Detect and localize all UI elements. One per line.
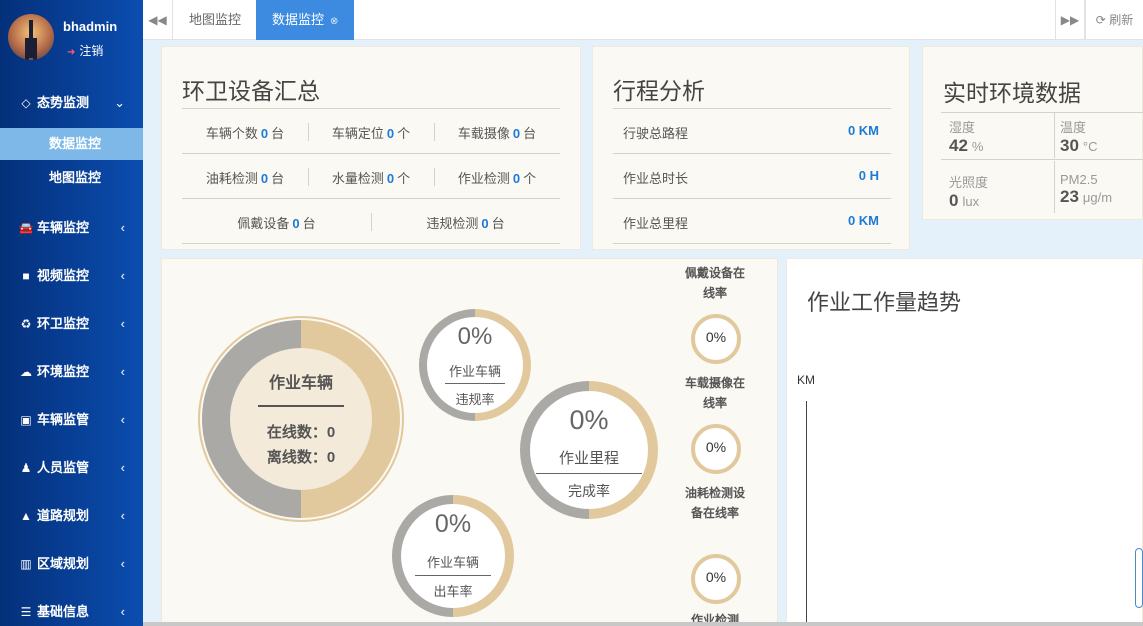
trip-distance-label: 行驶总路程 <box>623 126 689 141</box>
sidebar-item-vehicle-supervision[interactable]: ▣ 车辆监管 ‹ <box>0 399 143 441</box>
env-humidity: 湿度 42% <box>949 120 984 155</box>
car-icon: 🚘 <box>18 221 34 235</box>
refresh-button[interactable]: ⟳ 刷新 <box>1085 0 1143 40</box>
sidebar-item-environment-monitor[interactable]: ☁ 环境监控 ‹ <box>0 351 143 393</box>
diamond-icon: ◇ <box>21 96 31 110</box>
map-icon: ▥ <box>20 557 32 571</box>
tab-scroll-right-button[interactable]: ▶▶ <box>1055 0 1085 40</box>
tab-data-monitor[interactable]: 数据监控 ⊗ <box>256 0 355 40</box>
sidebar-item-road-planning[interactable]: ▲ 道路规划 ‹ <box>0 495 143 537</box>
chevron-left-icon: ‹ <box>120 604 125 619</box>
dispatch-rate-pct: 0% <box>434 510 472 538</box>
sidebar-item-personnel-supervision[interactable]: ♟ 人员监管 ‹ <box>0 447 143 489</box>
violation-rate-label-top: 作业车辆 <box>448 364 501 379</box>
camera-online-label: 车载摄像在线率 <box>684 376 745 410</box>
sidebar: bhadmin ➜ 注销 ◇ 态势监测 ⌄ 数据监控 地图监控 🚘 车辆监控 ‹ ■ 视频监… <box>0 0 143 626</box>
sidebar-item-vehicle-monitor[interactable]: 🚘 车辆监控 ‹ <box>0 207 143 249</box>
equip-fuel-detect: 油耗检测 0 台 <box>205 171 285 186</box>
vehicle-stats-panel: 作业车辆 在线数：0 离线数：0 0% 作业车辆 违规率 0% 作业里程 完成率… <box>161 258 778 626</box>
recycle-icon: ♻ <box>20 317 32 331</box>
avatar[interactable] <box>8 14 54 60</box>
env-temperature: 温度 30 °C <box>1060 120 1098 155</box>
sidebar-item-area-planning[interactable]: ▥ 区域规划 ‹ <box>0 543 143 585</box>
wearable-online-label: 佩戴设备在线率 <box>684 266 745 300</box>
equip-vehicle-count: 车辆个数 0 台 <box>205 126 285 141</box>
trip-mileage-label: 作业总里程 <box>623 216 689 231</box>
env-illuminance: 光照度 0 lux <box>949 175 989 210</box>
horizontal-scrollbar[interactable] <box>143 622 1143 626</box>
refresh-icon: ⟳ <box>1095 13 1106 27</box>
violation-rate-label-bottom: 违规率 <box>455 392 495 407</box>
equip-work-detect: 作业检测 0 个 <box>457 171 537 186</box>
y-axis <box>806 401 807 626</box>
tab-bar: ◀◀ 地图监控 数据监控 ⊗ ▶▶ ⟳ 刷新 <box>143 0 1143 40</box>
wearable-online-pct: 0% <box>705 329 727 345</box>
user-panel: bhadmin ➜ 注销 <box>0 0 143 80</box>
equip-wearable: 佩戴设备 0 台 <box>237 216 316 231</box>
panel-title: 环卫设备汇总 <box>182 78 320 104</box>
sidebar-item-sanitation-monitor[interactable]: ♻ 环卫监控 ‹ <box>0 303 143 345</box>
env-pm25: PM2.5 23 μg/m <box>1060 172 1113 206</box>
fuel-online-pct: 0% <box>705 569 727 585</box>
video-icon: ■ <box>22 269 30 283</box>
vehicle-online: 在线数：0 <box>266 424 336 441</box>
sidebar-item-map-monitor[interactable]: 地图监控 <box>0 162 143 194</box>
y-axis-unit: KM <box>797 373 815 387</box>
tab-scroll-left-button[interactable]: ◀◀ <box>143 0 173 40</box>
mileage-rate-label-bottom: 完成率 <box>568 483 610 499</box>
chevron-left-icon: ‹ <box>120 460 125 475</box>
close-icon[interactable]: ⊗ <box>330 16 338 27</box>
trip-analysis-panel: 行程分析 行驶总路程 0 KM 作业总时长 0 H 作业总里程 0 KM <box>592 46 910 250</box>
bus-icon: ▣ <box>20 413 32 427</box>
logout-link[interactable]: ➜ 注销 <box>67 42 103 59</box>
vehicle-title: 作业车辆 <box>268 375 333 392</box>
dispatch-rate-label-top: 作业车辆 <box>426 555 479 570</box>
list-icon: ☰ <box>20 605 32 619</box>
road-icon: ▲ <box>20 509 32 523</box>
chevron-left-icon: ‹ <box>120 220 125 235</box>
trip-mileage-value: 0 KM <box>847 213 879 228</box>
chevron-left-icon: ‹ <box>120 316 125 331</box>
username: bhadmin <box>63 19 118 34</box>
equipment-summary-panel: 环卫设备汇总 车辆个数 0 台 车辆定位 0 个 车载摄像 0 台 油耗检测 0 台 水量检测 0… <box>161 46 581 250</box>
person-icon: ♟ <box>20 461 32 475</box>
sidebar-item-video-monitor[interactable]: ■ 视频监控 ‹ <box>0 255 143 297</box>
chevron-left-icon: ‹ <box>120 364 125 379</box>
trip-duration-label: 作业总时长 <box>623 171 689 186</box>
dispatch-rate-label-bottom: 出车率 <box>433 584 473 599</box>
equip-violation-detect: 违规检测 0 台 <box>426 216 505 231</box>
trip-duration-value: 0 H <box>858 168 879 183</box>
vehicle-offline: 离线数：0 <box>266 449 336 466</box>
equip-vehicle-location: 车辆定位 0 个 <box>331 126 411 141</box>
logout-icon: ➜ <box>67 47 76 58</box>
workload-trend-panel: 作业工作量趋势 KM <box>786 258 1143 626</box>
chevron-left-icon: ‹ <box>120 508 125 523</box>
equip-water-detect: 水量检测 0 个 <box>331 171 411 186</box>
mileage-rate-label-top: 作业里程 <box>558 450 619 467</box>
cloud-icon: ☁ <box>20 365 32 379</box>
trip-distance-value: 0 KM <box>847 123 879 138</box>
tab-map-monitor[interactable]: 地图监控 <box>173 0 257 40</box>
chevron-left-icon: ‹ <box>120 268 125 283</box>
equip-vehicle-camera: 车载摄像 0 台 <box>457 126 537 141</box>
panel-title: 实时环境数据 <box>943 80 1081 106</box>
chevron-left-icon: ‹ <box>120 556 125 571</box>
violation-rate-pct: 0% <box>457 323 493 350</box>
camera-online-pct: 0% <box>705 439 727 455</box>
panel-title: 作业工作量趋势 <box>807 290 962 315</box>
environment-panel: 实时环境数据 湿度 42% 温度 30 °C 光照度 0 lux PM2.5 23 μg/m <box>922 46 1143 220</box>
sidebar-item-basic-info[interactable]: ☰ 基础信息 ‹ <box>0 591 143 626</box>
sidebar-group-situation[interactable]: ◇ 态势监测 ⌄ <box>0 82 143 124</box>
vertical-scrollbar[interactable] <box>1135 548 1143 608</box>
mileage-rate-pct: 0% <box>569 405 609 435</box>
chevron-down-icon: ⌄ <box>114 95 125 110</box>
fuel-online-label: 油耗检测设备在线率 <box>684 486 745 520</box>
panel-title: 行程分析 <box>613 78 705 104</box>
chevron-left-icon: ‹ <box>120 412 125 427</box>
sidebar-item-data-monitor[interactable]: 数据监控 <box>0 128 143 160</box>
